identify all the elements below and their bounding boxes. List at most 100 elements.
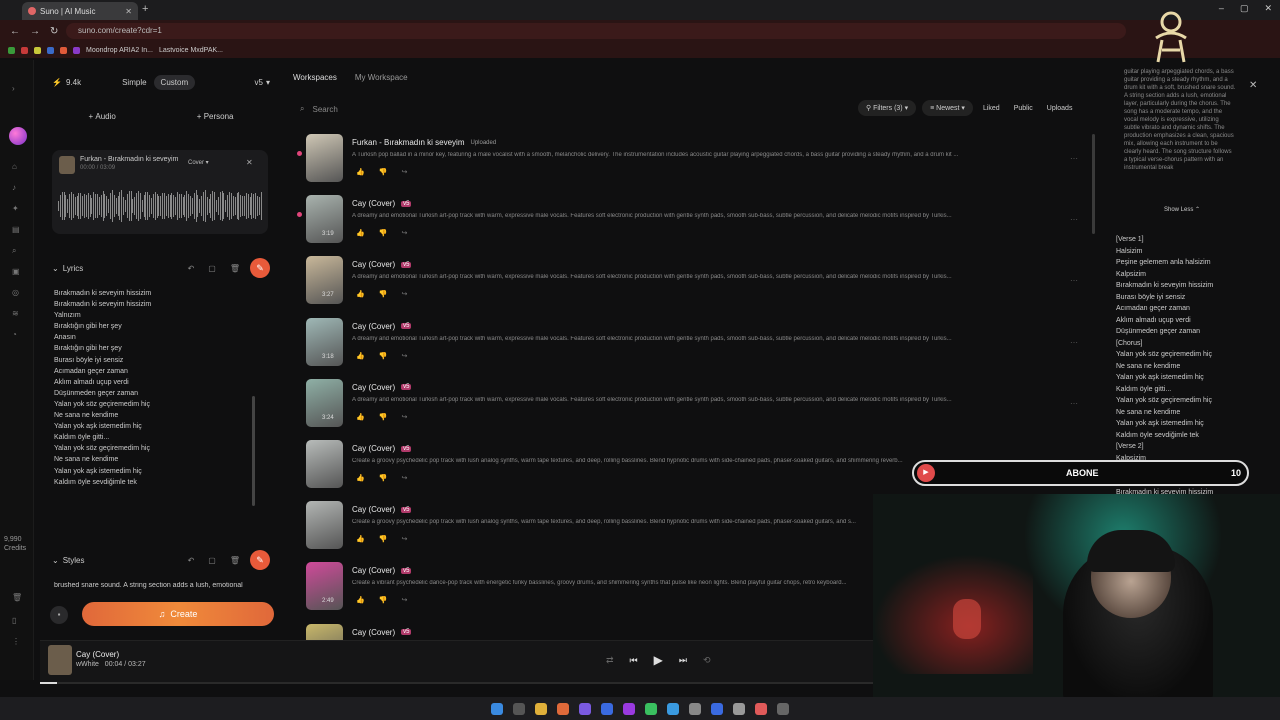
- like-icon[interactable]: 👍: [356, 596, 365, 604]
- public-filter[interactable]: Public: [1014, 105, 1033, 112]
- undo-icon[interactable]: ↶: [188, 556, 195, 565]
- audio-waveform[interactable]: [58, 190, 262, 222]
- like-icon[interactable]: 👍: [356, 168, 365, 176]
- explore-icon[interactable]: ◎: [12, 288, 19, 297]
- song-title[interactable]: Cay (Cover): [352, 383, 395, 392]
- back-icon[interactable]: ←: [10, 26, 20, 37]
- bookmark-icon[interactable]: [60, 46, 67, 54]
- search-input[interactable]: Search: [312, 105, 337, 114]
- bookmark-icon[interactable]: [8, 46, 15, 54]
- song-list-scrollbar[interactable]: [1092, 134, 1095, 234]
- workspaces-link[interactable]: Workspaces: [293, 73, 337, 82]
- share-icon[interactable]: ↪: [401, 352, 407, 360]
- dislike-icon[interactable]: 👎: [379, 474, 388, 482]
- share-icon[interactable]: ↪: [401, 168, 407, 176]
- dislike-icon[interactable]: 👎: [379, 290, 388, 298]
- chevron-down-icon[interactable]: ⌄: [52, 264, 59, 273]
- browser-tab[interactable]: Suno | AI Music ✕: [22, 2, 138, 20]
- copy-icon[interactable]: ▢: [208, 264, 216, 273]
- home-icon[interactable]: ⌂: [12, 162, 17, 171]
- explorer-icon[interactable]: [535, 702, 547, 715]
- remove-audio-icon[interactable]: ✕: [246, 158, 253, 167]
- add-audio-button[interactable]: + Audio: [88, 112, 115, 121]
- studio-icon[interactable]: ✦: [12, 204, 19, 213]
- notifications-icon[interactable]: ◔: [12, 330, 17, 339]
- now-playing-artist[interactable]: wWhite: [76, 661, 99, 668]
- song-thumbnail[interactable]: [306, 501, 343, 550]
- song-title[interactable]: Cay (Cover): [352, 444, 395, 453]
- app-icon[interactable]: [777, 702, 789, 715]
- song-thumbnail[interactable]: [306, 440, 343, 488]
- app-icon[interactable]: [579, 702, 591, 715]
- song-title[interactable]: Furkan - Bırakmadın ki seveyim: [352, 138, 464, 147]
- search-nav-icon[interactable]: ⌕: [12, 246, 16, 256]
- dislike-icon[interactable]: 👎: [379, 229, 388, 237]
- song-title[interactable]: Cay (Cover): [352, 260, 395, 269]
- custom-mode-tab[interactable]: Custom: [153, 74, 196, 90]
- repeat-icon[interactable]: ⟲: [703, 655, 711, 666]
- like-icon[interactable]: 👍: [356, 413, 365, 421]
- filters-button[interactable]: ⚲ Filters (3) ▾: [858, 100, 917, 116]
- version-select[interactable]: v5: [255, 78, 263, 87]
- close-window-icon[interactable]: ✕: [1264, 3, 1272, 14]
- magic-wand-icon[interactable]: ✎: [250, 550, 270, 570]
- close-panel-icon[interactable]: ✕: [1249, 80, 1257, 91]
- expand-icon[interactable]: ›: [12, 84, 15, 93]
- song-title[interactable]: Cay (Cover): [352, 322, 395, 331]
- show-less-button[interactable]: Show Less ⌃: [1164, 206, 1200, 213]
- styles-textarea[interactable]: brushed snare sound. A string section ad…: [54, 582, 260, 589]
- app-icon[interactable]: [623, 702, 635, 715]
- clear-icon[interactable]: ▪: [50, 606, 68, 624]
- bookmark-item[interactable]: Lastvoice MxdPAK...: [159, 47, 223, 54]
- song-title[interactable]: Cay (Cover): [352, 566, 395, 575]
- like-icon[interactable]: 👍: [356, 229, 365, 237]
- play-icon[interactable]: ▶: [654, 653, 663, 667]
- app-icon[interactable]: [711, 702, 723, 715]
- radio-icon[interactable]: ≋: [12, 309, 19, 318]
- dislike-icon[interactable]: 👎: [379, 413, 388, 421]
- more-icon[interactable]: ⋮: [12, 637, 20, 646]
- chevron-down-icon[interactable]: ⌄: [52, 556, 59, 565]
- cover-mode-select[interactable]: Cover ▾: [188, 159, 209, 166]
- more-options-icon[interactable]: ⋯: [1070, 276, 1078, 285]
- close-tab-icon[interactable]: ✕: [125, 7, 132, 16]
- dislike-icon[interactable]: 👎: [379, 535, 388, 543]
- share-icon[interactable]: ↪: [401, 290, 407, 298]
- like-icon[interactable]: 👍: [356, 474, 365, 482]
- avatar[interactable]: [9, 127, 27, 145]
- song-row[interactable]: 3:24 Cay (Cover) v5 A dreamy and emotional …: [300, 375, 1095, 433]
- song-thumbnail[interactable]: [306, 134, 343, 182]
- app-icon[interactable]: [601, 702, 613, 715]
- song-row[interactable]: 3:19 Cay (Cover) v5 A dreamy and emotional …: [297, 191, 1095, 249]
- simple-mode-tab[interactable]: Simple: [115, 75, 153, 90]
- share-icon[interactable]: ↪: [401, 474, 407, 482]
- dislike-icon[interactable]: 👎: [379, 352, 388, 360]
- playback-progress[interactable]: [40, 682, 873, 684]
- share-icon[interactable]: ↪: [401, 229, 407, 237]
- bookmark-icon[interactable]: [47, 46, 54, 54]
- lyrics-textarea[interactable]: Bırakmadın ki seveyim hissizim Bırakmadın…: [54, 288, 254, 488]
- search-bar[interactable]: ⌕ Search: [300, 101, 850, 117]
- like-icon[interactable]: 👍: [356, 352, 365, 360]
- trash-icon[interactable]: 🗑: [12, 593, 22, 602]
- song-title[interactable]: Cay (Cover): [352, 199, 395, 208]
- browser-icon[interactable]: [557, 702, 569, 715]
- url-field[interactable]: suno.com/create?cdr=1: [66, 23, 1126, 39]
- delete-icon[interactable]: 🗑: [230, 556, 240, 565]
- create-icon[interactable]: ♪: [12, 183, 16, 192]
- share-icon[interactable]: ↪: [401, 535, 407, 543]
- sort-button[interactable]: ≡ Newest ▾: [922, 100, 973, 116]
- song-title[interactable]: Cay (Cover): [352, 505, 395, 514]
- liked-filter[interactable]: Liked: [983, 105, 1000, 112]
- add-persona-button[interactable]: + Persona: [197, 112, 234, 121]
- more-options-icon[interactable]: ⋯: [1070, 338, 1078, 347]
- more-options-icon[interactable]: ⋯: [1070, 215, 1078, 224]
- docs-icon[interactable]: ▯: [12, 616, 16, 625]
- now-playing-thumbnail[interactable]: [48, 645, 72, 675]
- more-options-icon[interactable]: ⋯: [1070, 399, 1078, 408]
- song-row[interactable]: 3:27 Cay (Cover) v5 A dreamy and emotional …: [300, 252, 1095, 310]
- hooks-icon[interactable]: ▣: [12, 267, 20, 276]
- create-button[interactable]: ♫ Create: [82, 602, 274, 626]
- bookmark-icon[interactable]: [73, 46, 80, 54]
- dislike-icon[interactable]: 👎: [379, 596, 388, 604]
